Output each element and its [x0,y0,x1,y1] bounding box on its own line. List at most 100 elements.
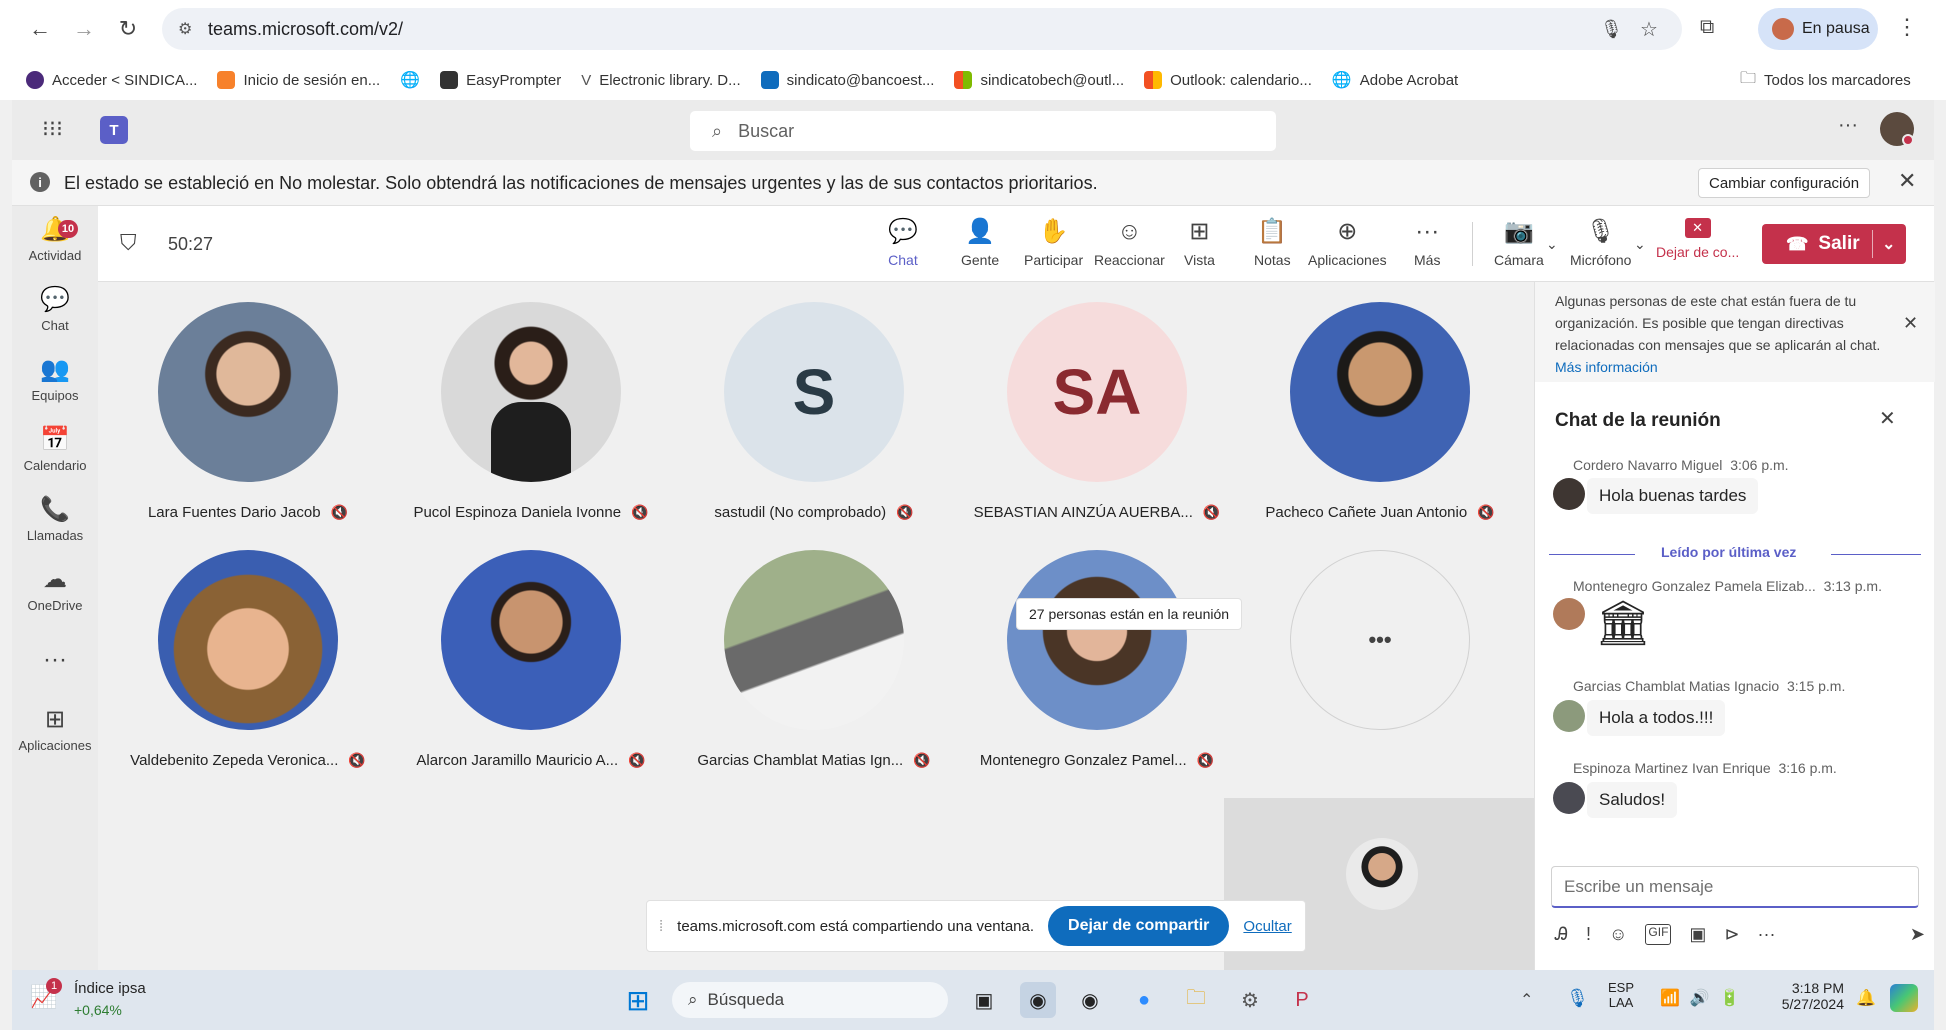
participant-name: Alarcon Jaramillo Mauricio A... [416,752,619,769]
stop-sharing-button[interactable]: Dejar de compartir [1048,906,1230,946]
profile-pause-button[interactable]: En pausa [1758,8,1878,50]
taskbar-search[interactable]: ⌕ Búsqueda [672,982,948,1018]
bookmark-inicio[interactable]: Inicio de sesión en... [217,71,380,89]
site-info-icon[interactable]: ⚙ [178,19,192,39]
zoom-icon[interactable]: ● [1126,982,1162,1018]
toolbar-raise-hand-button[interactable]: ✋ Participar [1024,218,1083,268]
rail-item-activity[interactable]: 🔔 10 Actividad [12,216,98,263]
powerpoint-icon[interactable]: P [1284,982,1320,1018]
toolbar-more-button[interactable]: ··· Más [1414,218,1440,268]
rail-item-apps[interactable]: ⊞ Aplicaciones [12,706,98,753]
settings-icon[interactable]: ⚙ [1232,982,1268,1018]
rail-item-chat[interactable]: 💬 Chat [12,286,98,333]
sticker-icon[interactable]: ▣ [1689,924,1706,945]
all-bookmarks[interactable]: 🗀 Todos los marcadores [1740,67,1911,94]
chrome-alt-icon[interactable]: ◉ [1072,982,1108,1018]
drag-handle-icon[interactable]: ⁞ [659,918,663,935]
toolbar-notes-button[interactable]: 📋 Notas [1254,218,1291,268]
participant-tile[interactable]: Pucol Espinoza Daniela Ivonne 🔇 [401,302,661,521]
address-bar[interactable]: ⚙ teams.microsoft.com/v2/ 🎙 ☆ [162,8,1682,50]
message-bubble[interactable]: Hola a todos.!!! [1587,700,1726,736]
app-launcher-icon[interactable]: ⁝⁝⁝ [42,116,63,142]
important-icon[interactable]: ! [1586,924,1591,945]
gif-icon[interactable]: GIF [1645,924,1672,945]
rail-item-calls[interactable]: 📞 Llamadas [12,496,98,543]
hide-link[interactable]: Ocultar [1243,918,1291,935]
user-avatar[interactable] [1880,112,1914,146]
toolbar-react-button[interactable]: ☺ Reaccionar [1094,218,1165,268]
toolbar-stop-sharing-button[interactable]: ✕ Dejar de co... [1656,218,1739,260]
message-bubble[interactable]: Saludos! [1587,782,1678,818]
chevron-down-icon[interactable]: ⌄ [1882,234,1895,254]
task-view-icon[interactable]: ▣ [966,982,1002,1018]
rail-item-onedrive[interactable]: ☁ OneDrive [12,566,98,613]
toolbar-apps-button[interactable]: ⊕ Aplicaciones [1308,218,1387,268]
clock[interactable]: 3:18 PM 5/27/2024 [1764,980,1844,1012]
participant-suit [491,402,571,482]
bookmark-globe[interactable]: 🌐 [400,70,420,90]
forward-icon[interactable]: → [68,13,100,45]
windows-start-icon[interactable]: ⊞ [620,982,656,1018]
toolbar-people-button[interactable]: 👤 Gente [961,218,999,268]
overflow-tile[interactable]: ••• [1250,550,1510,730]
participant-tile[interactable]: Valdebenito Zepeda Veronica... 🔇 [118,550,378,769]
reload-icon[interactable]: ↻ [112,13,144,45]
star-icon[interactable]: ☆ [1640,17,1658,42]
message-bubble[interactable]: Hola buenas tardes [1587,478,1759,514]
bookmark-outlook-bancoest[interactable]: sindicato@bancoest... [760,71,934,89]
send-icon[interactable]: ➤ [1910,924,1925,945]
microphone-icon[interactable]: 🎙 [1600,19,1623,40]
loop-icon[interactable]: ⊳ [1724,924,1739,945]
rail-item-calendar[interactable]: 📅 Calendario [12,426,98,473]
more-info-link[interactable]: Más información [1555,359,1658,375]
file-explorer-icon[interactable]: 🗀 [1178,982,1214,1018]
chevron-down-icon[interactable]: ⌄ [1546,236,1558,253]
search-input[interactable]: ⌕ Buscar [690,111,1276,151]
participant-tile[interactable]: Alarcon Jaramillo Mauricio A... 🔇 [401,550,661,769]
rail-item-teams[interactable]: 👥 Equipos [12,356,98,403]
back-icon[interactable]: ← [24,13,56,45]
chevron-down-icon[interactable]: ⌄ [1634,236,1646,253]
emoji-icon[interactable]: ☺ [1609,924,1627,945]
rail-label: Aplicaciones [18,738,92,753]
bookmark-adobe[interactable]: 🌐 Adobe Acrobat [1332,70,1458,90]
microphone-icon[interactable]: 🎙 [1566,988,1589,1009]
toolbar-camera-button[interactable]: 📷 Cámara [1494,218,1544,268]
toolbar-view-button[interactable]: ⊞ Vista [1184,218,1215,268]
toolbar-label: Reaccionar [1094,252,1165,268]
participant-tile[interactable]: Garcias Chamblat Matias Ign... 🔇 [684,550,944,769]
taskbar-search-label: Búsqueda [707,990,785,1009]
widget-title[interactable]: Índice ipsa [74,980,146,997]
toolbar-mic-button[interactable]: 🎙 Micrófono [1570,218,1631,268]
close-icon[interactable]: ✕ [1898,168,1916,194]
browser-menu-icon[interactable]: ⋮ [1896,14,1918,40]
system-tray[interactable]: 📶 🔊 🔋 [1660,988,1740,1008]
copilot-icon[interactable] [1890,984,1918,1012]
participant-tile[interactable]: Lara Fuentes Dario Jacob 🔇 [118,302,378,521]
participant-tile[interactable]: Montenegro Gonzalez Pamel... 🔇 [967,550,1227,769]
participant-tile[interactable]: S sastudil (No comprobado) 🔇 [684,302,944,521]
format-icon[interactable]: Ꭿ [1555,924,1568,945]
notification-bell-icon[interactable]: 🔔 [1856,988,1876,1008]
bank-icon[interactable]: 🏛 [1595,598,1651,650]
chrome-icon[interactable]: ◉ [1020,982,1056,1018]
toolbar-chat-button[interactable]: 💬 Chat [882,218,942,287]
extensions-icon[interactable]: ⧉ [1700,16,1714,39]
more-icon[interactable]: ··· [1758,924,1776,945]
bookmark-elibrary[interactable]: V Electronic library. D... [581,72,740,89]
participant-tile[interactable]: Pacheco Cañete Juan Antonio 🔇 [1250,302,1510,521]
close-icon[interactable]: ✕ [1879,406,1896,431]
bookmark-sindicato[interactable]: Acceder < SINDICA... [26,71,197,89]
close-icon[interactable]: ✕ [1903,312,1918,334]
rail-item-more[interactable]: ··· [12,646,98,674]
bookmark-easyprompter[interactable]: EasyPrompter [440,71,561,89]
chevron-up-icon[interactable]: ⌃ [1520,990,1533,1010]
compose-input[interactable]: Escribe un mensaje [1551,866,1919,908]
more-options-icon[interactable]: ··· [1838,114,1858,137]
participant-tile[interactable]: SA SEBASTIAN AINZÚA AUERBA... 🔇 [967,302,1227,521]
bookmark-outlook-calendar[interactable]: Outlook: calendario... [1144,71,1312,89]
leave-button[interactable]: ☎ Salir ⌄ [1762,224,1906,264]
language-indicator[interactable]: ESP LAA [1608,980,1634,1010]
change-settings-button[interactable]: Cambiar configuración [1698,168,1871,198]
bookmark-outlook-sindicato[interactable]: sindicatobech@outl... [954,71,1124,89]
